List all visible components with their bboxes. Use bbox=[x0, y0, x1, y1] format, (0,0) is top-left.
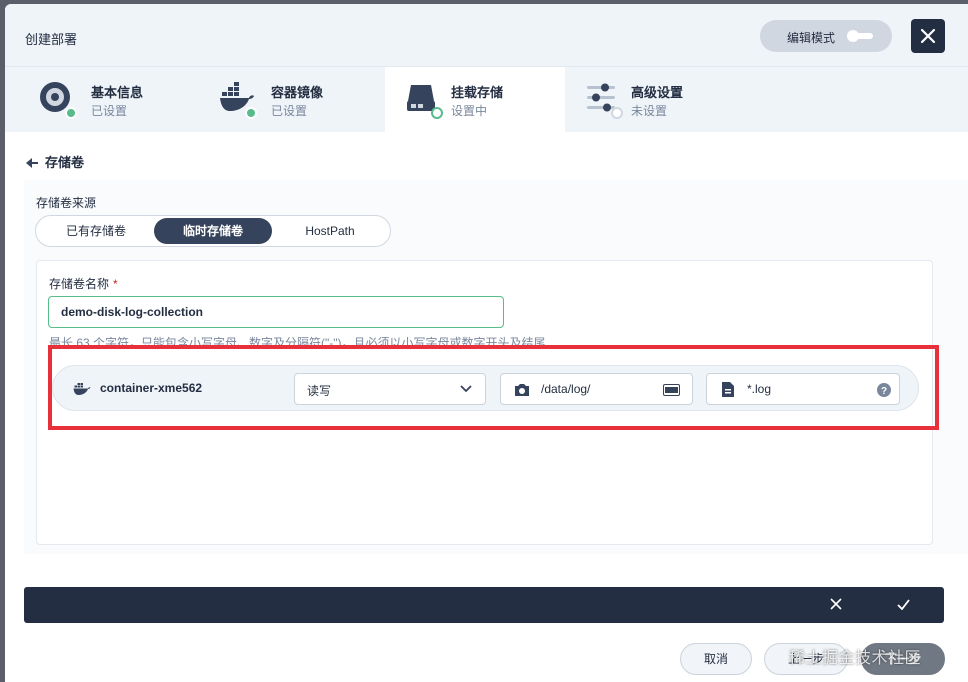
volume-source-label: 存储卷来源 bbox=[36, 196, 97, 210]
section-title: 存储卷 bbox=[45, 155, 85, 170]
step-container-image[interactable]: 容器镜像 已设置 bbox=[185, 67, 365, 133]
step-status: 设置中 bbox=[451, 104, 488, 118]
create-deployment-dialog: 创建部署 编辑模式 基本信息 已设置 容器镜像 已设置 挂载存储 设置中 高级设… bbox=[5, 4, 968, 682]
toggle-switch-icon bbox=[847, 30, 873, 42]
wizard-steps: 基本信息 已设置 容器镜像 已设置 挂载存储 设置中 高级设置 未设置 bbox=[5, 66, 968, 133]
edit-mode-label: 编辑模式 bbox=[787, 31, 836, 45]
annotation-highlight-box bbox=[48, 345, 939, 430]
step-title: 高级设置 bbox=[631, 85, 684, 100]
close-button[interactable] bbox=[911, 19, 945, 53]
sliders-icon bbox=[585, 81, 623, 119]
docker-icon bbox=[219, 81, 257, 119]
dialog-header: 创建部署 编辑模式 bbox=[5, 4, 968, 66]
mount-confirm-bar bbox=[24, 587, 944, 623]
edit-mode-toggle[interactable]: 编辑模式 bbox=[760, 20, 892, 52]
close-icon bbox=[920, 28, 936, 44]
option-existing-volume[interactable]: 已有存储卷 bbox=[38, 218, 154, 244]
volume-source-selector: 已有存储卷 临时存储卷 HostPath bbox=[35, 215, 391, 247]
volume-name-label: 存储卷名称 * bbox=[49, 277, 118, 291]
step-status: 已设置 bbox=[271, 104, 308, 118]
cancel-mount-button[interactable] bbox=[830, 598, 842, 610]
option-temporary-volume[interactable]: 临时存储卷 bbox=[154, 218, 272, 244]
back-arrow-icon bbox=[26, 158, 38, 168]
step-title: 挂载存储 bbox=[451, 85, 504, 100]
disc-icon bbox=[39, 81, 77, 119]
volume-name-input[interactable]: demo-disk-log-collection bbox=[48, 296, 504, 328]
step-status: 未设置 bbox=[631, 104, 668, 118]
step-title: 基本信息 bbox=[91, 85, 144, 100]
option-hostpath[interactable]: HostPath bbox=[272, 218, 388, 244]
step-title: 容器镜像 bbox=[271, 85, 324, 100]
storage-disk-icon bbox=[405, 81, 443, 119]
required-mark: * bbox=[113, 277, 118, 291]
dialog-title: 创建部署 bbox=[25, 32, 78, 47]
back-to-volumes[interactable]: 存储卷 bbox=[25, 152, 84, 171]
step-advanced-settings[interactable]: 高级设置 未设置 bbox=[565, 67, 745, 133]
step-status: 已设置 bbox=[91, 104, 128, 118]
watermark: 稀土掘金技术社区 bbox=[789, 650, 922, 667]
confirm-mount-button[interactable] bbox=[897, 599, 910, 610]
step-basic-info[interactable]: 基本信息 已设置 bbox=[5, 67, 185, 133]
cancel-button[interactable]: 取消 bbox=[680, 643, 752, 675]
step-mount-storage[interactable]: 挂载存储 设置中 bbox=[385, 67, 565, 133]
